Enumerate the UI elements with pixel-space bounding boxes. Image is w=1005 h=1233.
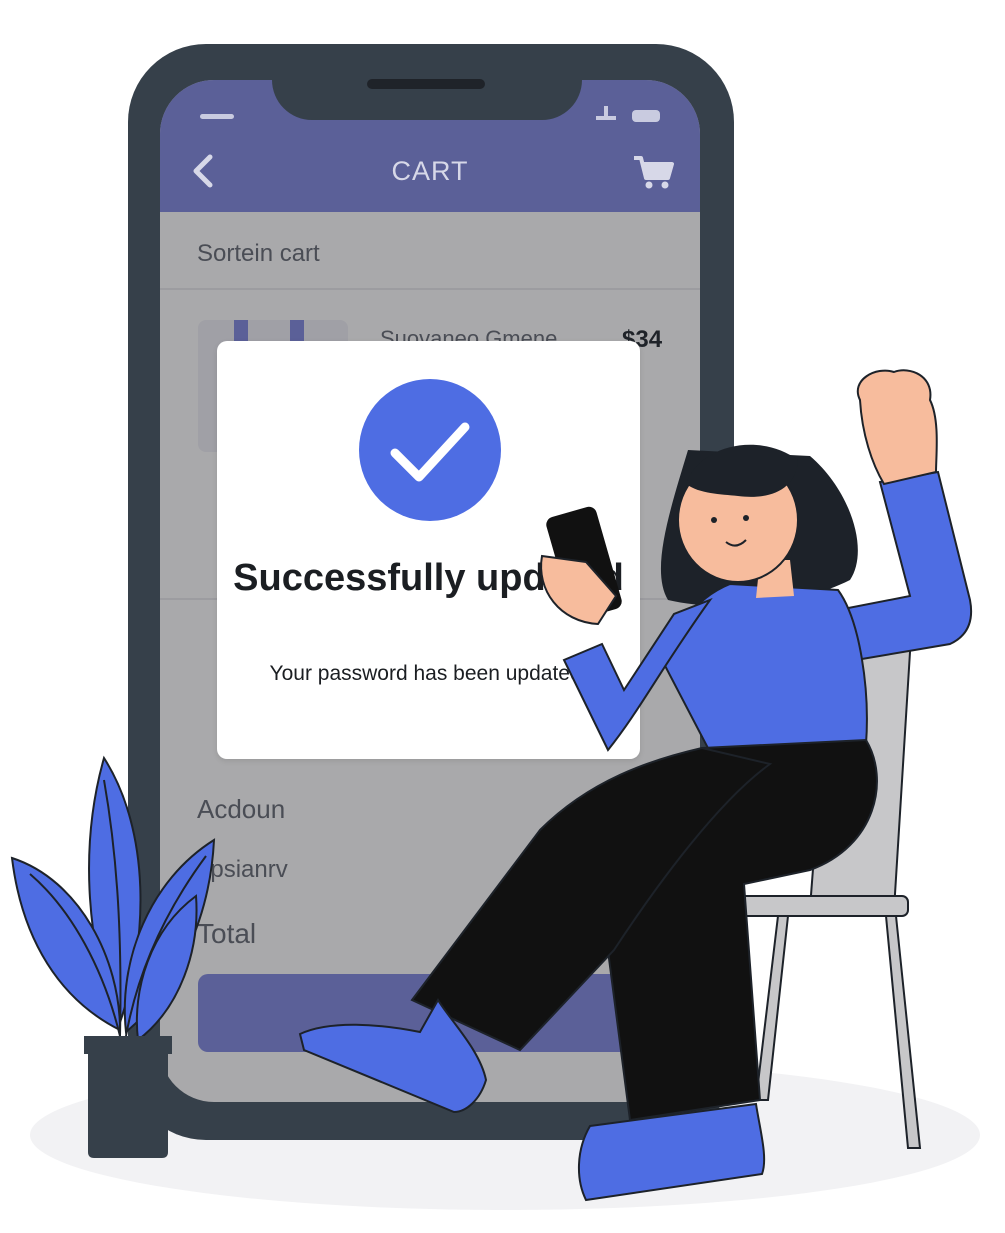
cart-icon[interactable]	[632, 154, 674, 190]
page-title: CART	[391, 156, 469, 186]
battery-icon	[632, 110, 660, 122]
woman-celebrating-illustration	[298, 369, 972, 1202]
divider	[160, 288, 700, 290]
phone-speaker	[367, 79, 485, 89]
potted-plant-illustration	[10, 755, 216, 1158]
status-bar-left-indicator	[200, 114, 234, 119]
signal-icon	[596, 106, 616, 120]
section-label: Sortein cart	[197, 240, 320, 267]
